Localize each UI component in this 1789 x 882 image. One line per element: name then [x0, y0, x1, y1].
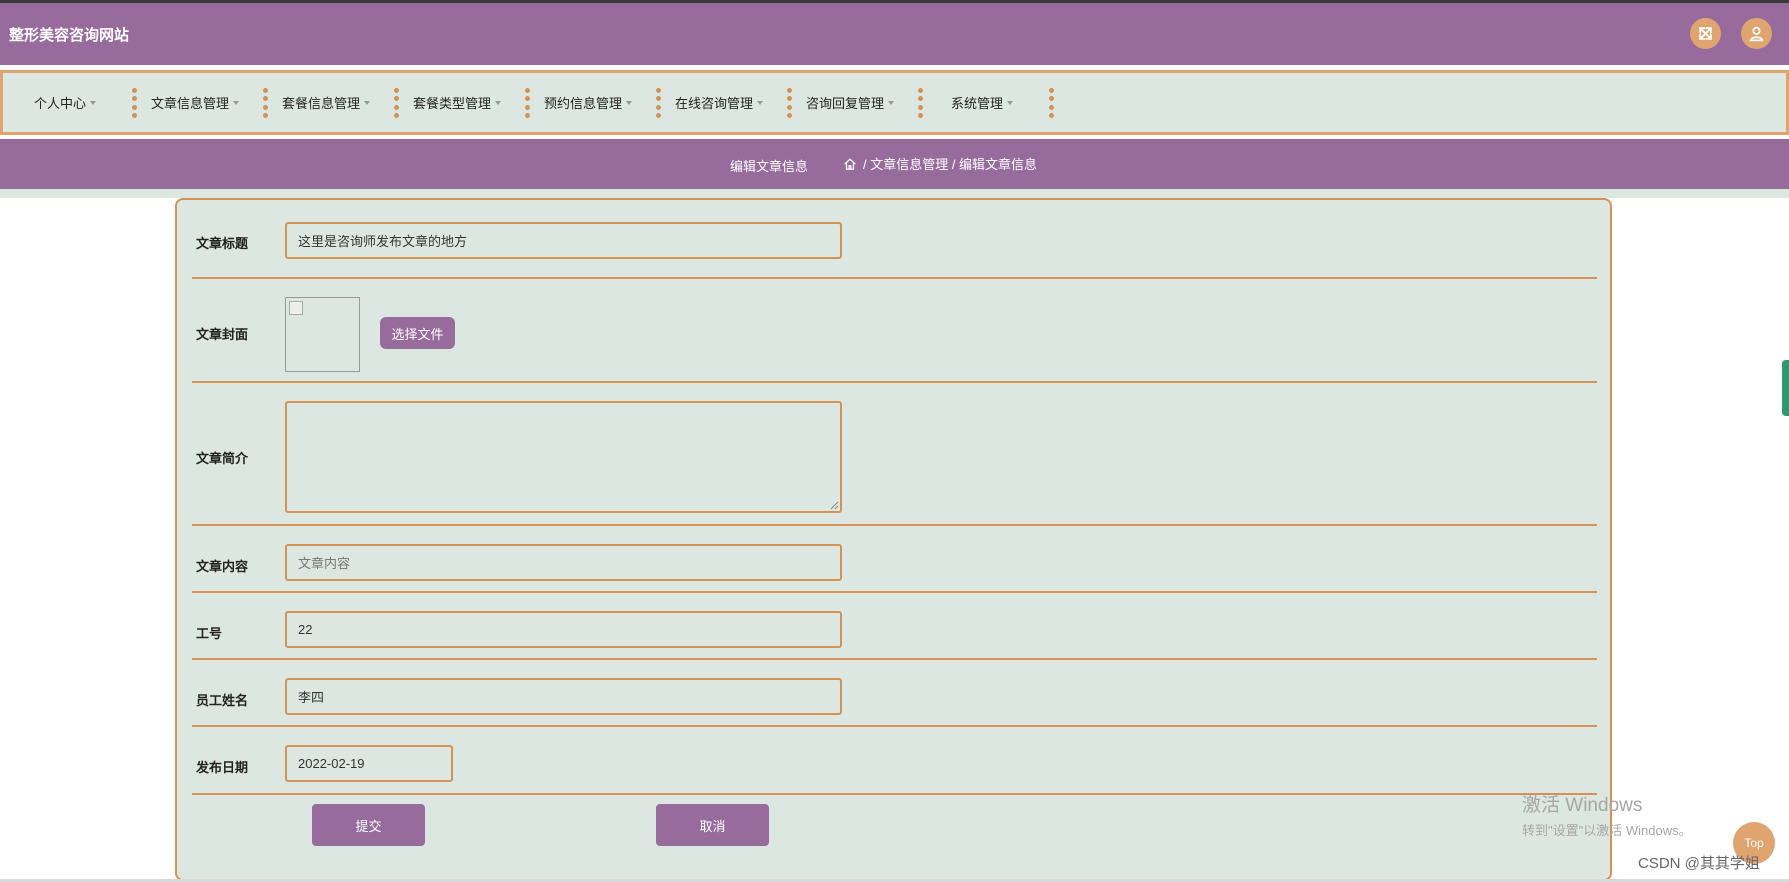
nav-separator [1049, 88, 1054, 118]
summary-textarea[interactable] [285, 401, 842, 513]
nav-item-personal-center[interactable]: 个人中心 [34, 73, 97, 132]
nav-separator [918, 88, 923, 118]
nav-item-label: 咨询回复管理 [806, 96, 885, 111]
cover-image [285, 297, 360, 372]
nav-item-package-type-management[interactable]: 套餐类型管理 [413, 73, 502, 132]
cover-label: 文章封面 [196, 327, 249, 342]
nav-separator [263, 88, 268, 118]
form-row-content: 文章内容 文章内容 [192, 526, 1597, 593]
nav-item-label: 预约信息管理 [544, 96, 623, 111]
publish-date-value: 2022-02-19 [298, 756, 365, 771]
form-row-cover: 文章封面 选择文件 [192, 279, 1597, 383]
nav-separator [132, 88, 137, 118]
nav-item-label: 文章信息管理 [151, 96, 230, 111]
watermark-line-2: 转到"设置"以激活 Windows。 [1522, 823, 1692, 838]
staff-id-input[interactable]: 22 [285, 611, 842, 648]
breadcrumb: / 文章信息管理 / 编辑文章信息 [843, 154, 1037, 173]
title-label: 文章标题 [196, 236, 249, 251]
caret-down-icon [757, 101, 764, 105]
caret-down-icon [233, 101, 240, 105]
nav-item-appointment-management[interactable]: 预约信息管理 [544, 73, 633, 132]
content-label: 文章内容 [196, 559, 249, 574]
nav-item-online-consult-management[interactable]: 在线咨询管理 [675, 73, 764, 132]
caret-down-icon [1007, 101, 1014, 105]
form-row-staff-name: 员工姓名 李四 [192, 660, 1597, 727]
nav-item-label: 在线咨询管理 [675, 96, 754, 111]
resize-handle-icon[interactable] [830, 501, 839, 510]
page-title: 编辑文章信息 [730, 159, 809, 174]
staff-name-label: 员工姓名 [196, 693, 249, 708]
form-row-publish-date: 发布日期 2022-02-19 [192, 727, 1597, 795]
choose-file-button[interactable]: 选择文件 [380, 317, 455, 349]
site-header: 整形美容咨询网站 [0, 3, 1789, 65]
caret-down-icon [364, 101, 371, 105]
nav-separator [525, 88, 530, 118]
content-input[interactable]: 文章内容 [285, 544, 842, 581]
caret-down-icon [90, 101, 97, 105]
staff-name-input[interactable]: 李四 [285, 678, 842, 715]
title-input-value: 这里是咨询师发布文章的地方 [298, 234, 468, 249]
broken-image-icon [289, 301, 303, 315]
nav-item-consult-reply-management[interactable]: 咨询回复管理 [806, 73, 895, 132]
publish-date-input[interactable]: 2022-02-19 [285, 745, 453, 782]
staff-id-value: 22 [298, 622, 313, 637]
side-widget-tab[interactable] [1782, 360, 1789, 416]
breadcrumb-path[interactable]: / 文章信息管理 / 编辑文章信息 [863, 154, 1037, 173]
summary-label: 文章简介 [196, 451, 249, 466]
form-row-summary: 文章简介 [192, 383, 1597, 526]
nav-item-article-management[interactable]: 文章信息管理 [151, 73, 240, 132]
content-placeholder: 文章内容 [298, 556, 351, 571]
title-input[interactable]: 这里是咨询师发布文章的地方 [285, 222, 842, 259]
publish-date-label: 发布日期 [196, 760, 249, 775]
csdn-watermark: CSDN @其其学姐 [1638, 855, 1760, 872]
nav-separator [656, 88, 661, 118]
caret-down-icon [495, 101, 502, 105]
nav-separator [787, 88, 792, 118]
nav-item-system-management[interactable]: 系统管理 [951, 73, 1014, 132]
form-row-staff-id: 工号 22 [192, 593, 1597, 660]
cancel-button[interactable]: 取消 [656, 804, 769, 846]
nav-item-label: 系统管理 [951, 96, 1004, 111]
fullscreen-icon [1699, 27, 1712, 40]
site-title: 整形美容咨询网站 [9, 27, 130, 44]
staff-id-label: 工号 [196, 626, 223, 641]
submit-button[interactable]: 提交 [312, 804, 425, 846]
caret-down-icon [626, 101, 633, 105]
edit-article-form: 文章标题 这里是咨询师发布文章的地方 文章封面 选择文件 文章简介 文章内容 文… [175, 198, 1612, 881]
breadcrumb-bar: 编辑文章信息 / 文章信息管理 / 编辑文章信息 [0, 139, 1789, 189]
nav-item-label: 套餐类型管理 [413, 96, 492, 111]
breadcrumb-underline [0, 189, 1789, 198]
caret-down-icon [888, 101, 895, 105]
user-button[interactable] [1741, 18, 1772, 49]
nav-item-label: 个人中心 [34, 96, 87, 111]
nav-item-package-management[interactable]: 套餐信息管理 [282, 73, 371, 132]
nav-separator [394, 88, 399, 118]
watermark-line-1: 激活 Windows [1522, 795, 1643, 816]
main-nav: 个人中心 文章信息管理 套餐信息管理 套餐类型管理 预约信息管理 在线咨询管理 … [0, 70, 1789, 135]
user-icon [1749, 26, 1764, 42]
windows-activation-watermark: 激活 Windows 转到"设置"以激活 Windows。 [1522, 790, 1692, 839]
staff-name-value: 李四 [298, 690, 325, 705]
form-row-title: 文章标题 这里是咨询师发布文章的地方 [192, 200, 1597, 279]
home-icon[interactable] [843, 157, 857, 171]
nav-item-label: 套餐信息管理 [282, 96, 361, 111]
fullscreen-button[interactable] [1690, 18, 1721, 49]
